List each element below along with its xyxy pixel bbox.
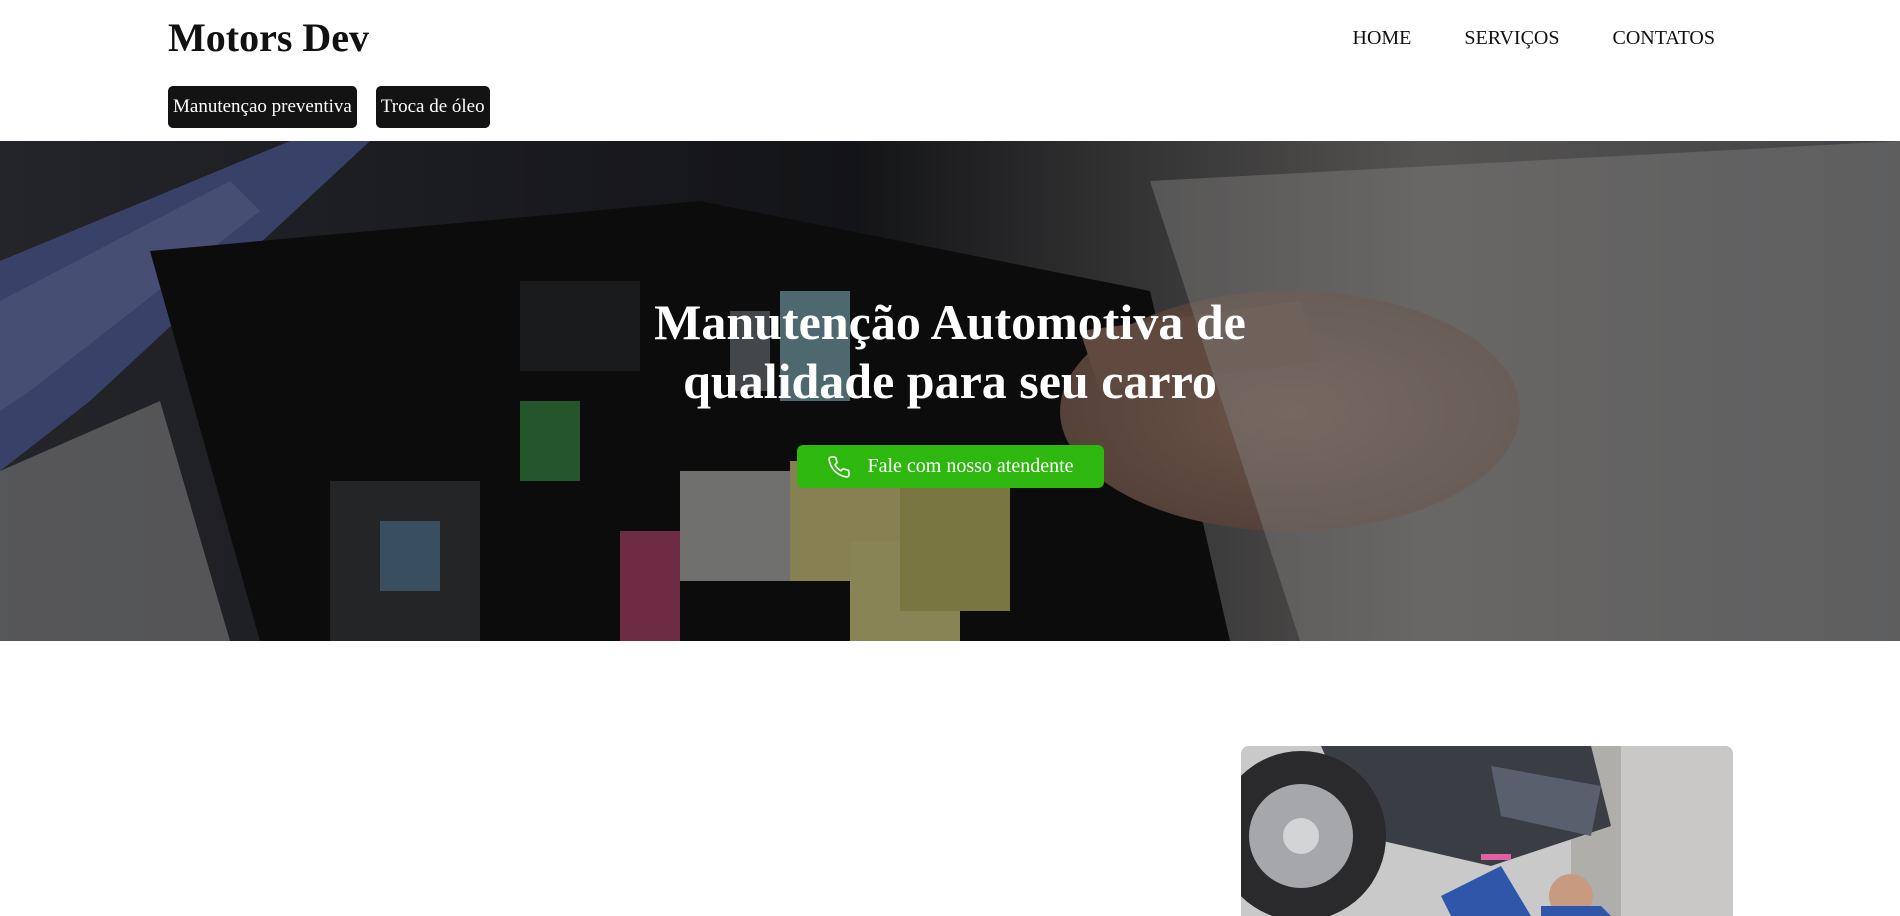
mechanic-photo-graphic [1241, 746, 1733, 916]
nav-contacts-link[interactable]: CONTATOS [1613, 25, 1716, 51]
nav-services-link[interactable]: SERVIÇOS [1464, 25, 1559, 51]
site-logo[interactable]: Motors Dev [168, 14, 369, 62]
mechanic-under-car-photo [1241, 746, 1733, 916]
tag-oil-change-button[interactable]: Troca de óleo [375, 86, 490, 128]
phone-icon [828, 455, 851, 478]
tag-preventive-maintenance-button[interactable]: Manutençao preventiva [168, 86, 357, 128]
contact-agent-button[interactable]: Fale com nosso atendente [797, 445, 1104, 488]
site-header: Motors Dev HOME SERVIÇOS CONTATOS Manute… [0, 0, 1900, 141]
contact-agent-label: Fale com nosso atendente [867, 455, 1074, 477]
hero-title: Manutenção Automotiva de qualidade para … [654, 294, 1246, 409]
main-nav: HOME SERVIÇOS CONTATOS [1353, 25, 1715, 51]
hero-content: Manutenção Automotiva de qualidade para … [0, 141, 1900, 641]
nav-home-link[interactable]: HOME [1353, 25, 1412, 51]
hero-banner: Manutenção Automotiva de qualidade para … [0, 141, 1900, 641]
service-tags: Manutençao preventiva Troca de óleo [168, 86, 490, 128]
